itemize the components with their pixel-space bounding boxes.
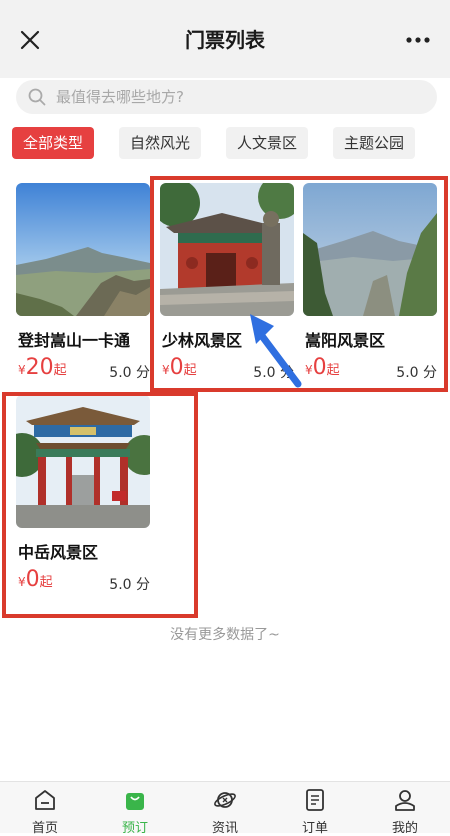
tab-booking[interactable]: 预订 <box>105 782 165 836</box>
search-icon <box>28 88 46 106</box>
scenic-photo <box>16 183 150 316</box>
ticket-rating: 5.0 分 <box>109 365 150 381</box>
annotation-highlight-box <box>2 392 198 618</box>
user-icon <box>395 790 415 811</box>
header-bar: 门票列表 <box>0 0 450 78</box>
search-placeholder: 最值得去哪些地方? <box>56 88 184 106</box>
page-title: 门票列表 <box>185 28 265 52</box>
filter-culture[interactable]: 人文景区 <box>226 127 309 159</box>
home-icon <box>35 790 55 810</box>
tab-home[interactable]: 首页 <box>15 782 75 836</box>
filter-all-types[interactable]: 全部类型 <box>12 127 95 159</box>
search-input[interactable]: 最值得去哪些地方? <box>16 80 437 114</box>
planet-icon <box>214 792 236 808</box>
more-dots-icon <box>406 37 430 43</box>
bottom-tab-bar: 首页 预订 资讯 订单 我的 <box>0 781 450 836</box>
ticket-card-songshan[interactable]: 登封嵩山一卡通 ¥20起 5.0 分 <box>16 183 150 393</box>
shopping-bag-icon <box>126 793 144 810</box>
ticket-name: 登封嵩山一卡通 <box>18 331 131 350</box>
tab-profile[interactable]: 我的 <box>375 782 435 836</box>
filter-theme-park[interactable]: 主题公园 <box>333 127 416 159</box>
more-options-button[interactable] <box>400 24 436 56</box>
tab-orders[interactable]: 订单 <box>285 782 345 836</box>
document-icon <box>306 789 324 811</box>
filter-nature[interactable]: 自然风光 <box>119 127 202 159</box>
ticket-price: ¥20起 <box>18 355 67 380</box>
tab-news[interactable]: 资讯 <box>195 782 255 836</box>
annotation-arrow-icon <box>250 314 302 388</box>
no-more-data-note: 没有更多数据了~ <box>170 627 280 643</box>
